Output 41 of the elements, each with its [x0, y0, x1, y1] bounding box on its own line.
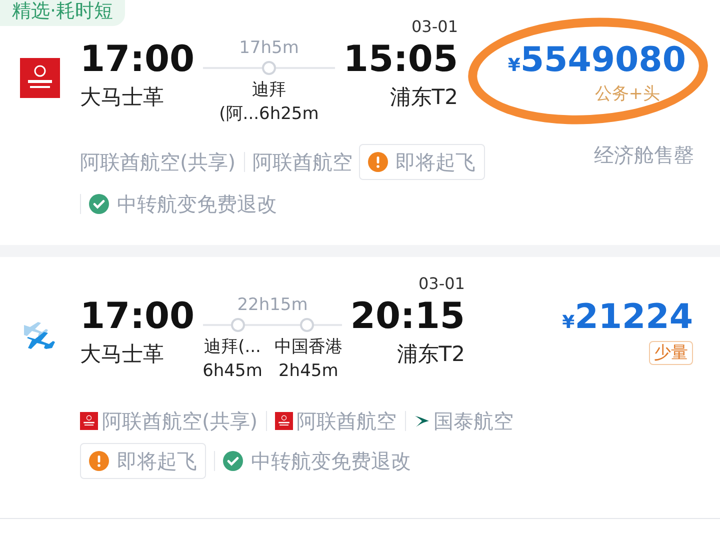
airline-logo [20, 58, 60, 98]
airline-name: 阿联酋航空 [296, 408, 397, 435]
airline-name: 国泰航空 [434, 408, 514, 435]
low-stock-tag: 少量 [648, 341, 693, 365]
layover-time: 2h45m [278, 360, 338, 383]
airline-logo [80, 412, 98, 430]
arrival-airport: 浦东T2 [390, 84, 458, 111]
airline-name: 阿联酋航空(共享) [102, 408, 258, 435]
free-change-label: 中转航变免费退改 [251, 448, 411, 475]
duration-label: 22h15m [237, 294, 308, 317]
stop-city: 中国香港 [274, 336, 342, 359]
sold-out-note: 经济舱售罄 [594, 142, 694, 169]
departing-soon-badge: 即将起飞 [80, 443, 206, 479]
arrival-date: 03-01 [412, 16, 458, 38]
departure-time: 17:00 [80, 38, 195, 82]
warning-icon [89, 451, 109, 471]
check-icon [223, 451, 243, 471]
departure-airport: 大马士革 [80, 341, 165, 368]
price: ¥21224 [562, 296, 693, 339]
layover-time: (阿...6h25m [219, 103, 319, 126]
airline-name: 阿联酋航空(共享) [80, 149, 236, 176]
departure-airport: 大马士革 [80, 84, 165, 111]
warning-icon [368, 152, 388, 172]
arrival-date: 03-01 [418, 273, 465, 295]
stop-city: 迪拜 [252, 79, 286, 102]
airline-logo [274, 412, 293, 430]
fare-class-label: 公务+头 [594, 83, 660, 106]
layover-time: 6h45m [202, 360, 262, 383]
price: ¥5549080 [508, 39, 686, 82]
duration-label: 17h5m [239, 37, 299, 60]
free-change-label: 中转航变免费退改 [117, 191, 277, 218]
airline-name: 阿联酋航空 [252, 149, 353, 176]
arrival-airport: 浦东T2 [396, 341, 465, 368]
check-icon [89, 194, 109, 214]
brushstroke-logo-icon [414, 414, 430, 428]
stop-city: 迪拜(... [204, 336, 261, 359]
arrival-time: 15:05 [343, 38, 458, 82]
departure-time: 17:00 [80, 295, 195, 339]
tag-label: 精选·耗时短 [0, 0, 126, 26]
departing-soon-badge: 即将起飞 [358, 144, 485, 180]
arrival-time: 20:15 [350, 295, 465, 339]
